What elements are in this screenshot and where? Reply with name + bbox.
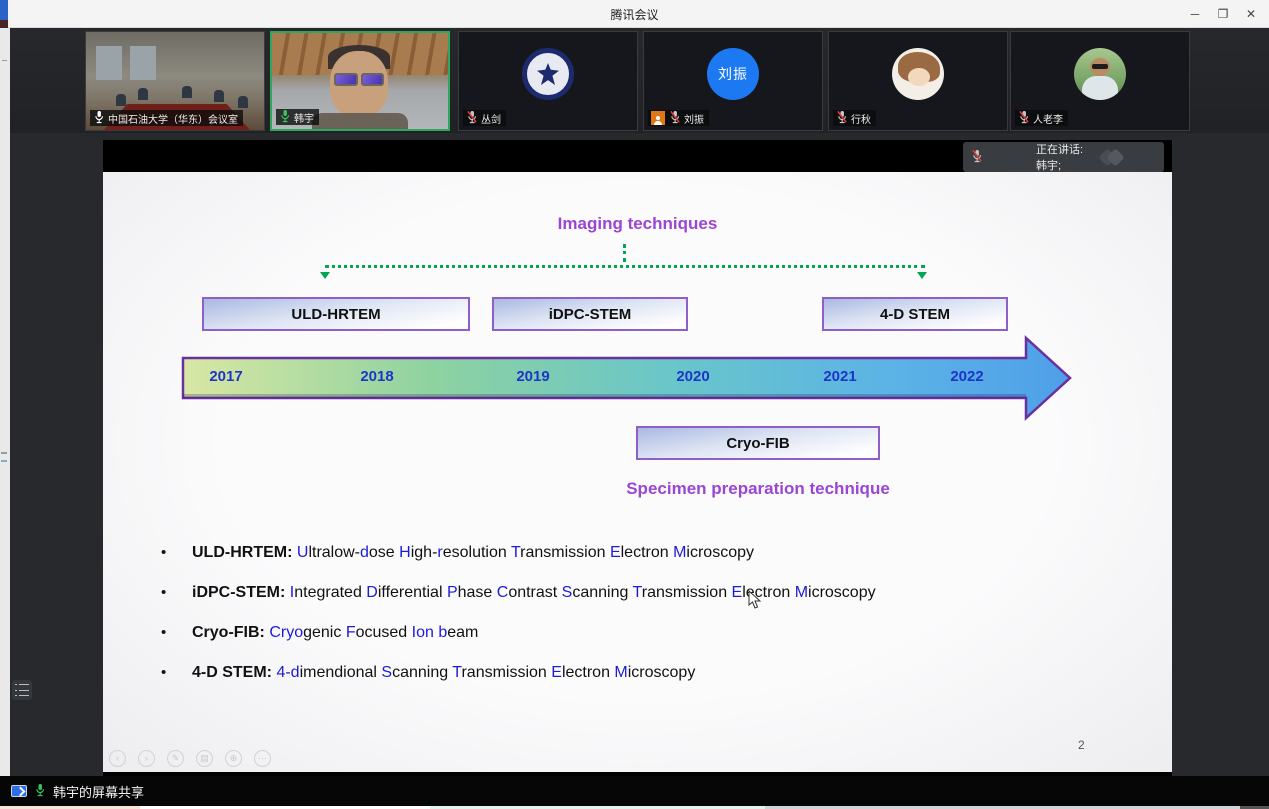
- participant-name: 人老李: [1033, 111, 1063, 126]
- timeline-year: 2018: [342, 368, 412, 385]
- slideshow-toolbar: ‹ › ✎ ▤ ⊕ ⋯: [109, 750, 271, 767]
- participant-thumbnail[interactable]: 行秋: [828, 31, 1008, 131]
- left-edge-underlying-window: [0, 28, 10, 809]
- mic-status-icon: [466, 110, 478, 127]
- anime-avatar: [892, 48, 944, 100]
- initials-avatar: 刘振: [707, 48, 759, 100]
- participant-filmstrip: 中国石油大学（华东）会议室韩宇丛剑刘振刘振行秋人老李: [10, 28, 1269, 133]
- connector-vertical-dotted-line: [623, 244, 626, 262]
- slide-page-number: 2: [1078, 738, 1085, 752]
- timeline-year: 2019: [498, 368, 568, 385]
- timeline-year: 2021: [805, 368, 875, 385]
- tencent-meeting-logo-icon: [1101, 151, 1156, 164]
- definition-list: ULD-HRTEM: Ultralow-dose High-resolution…: [161, 544, 1121, 704]
- member-list-toggle-icon[interactable]: [12, 680, 32, 700]
- connector-horizontal-dotted-line: [325, 265, 925, 268]
- participant-thumbnail[interactable]: 丛剑: [458, 31, 638, 131]
- participant-thumbnail[interactable]: 韩宇: [270, 31, 450, 131]
- mic-status-icon: [279, 109, 291, 126]
- minimize-button[interactable]: ─: [1181, 4, 1209, 24]
- zoom-tool-icon[interactable]: ⊕: [225, 750, 242, 767]
- mic-status-icon: [93, 110, 105, 127]
- timeline-year: 2017: [191, 368, 261, 385]
- connector-arrow-right-icon: [917, 272, 927, 279]
- mic-status-icon: [1018, 110, 1030, 127]
- screen-share-stage: 正在讲话: 韩宇; Imaging techniques ULD-HRTEM i…: [103, 140, 1172, 776]
- box-cryo-fib: Cryo-FIB: [636, 426, 880, 460]
- definition-item: Cryo-FIB: Cryogenic Focused Ion beam: [161, 624, 1121, 664]
- box-idpc-stem: iDPC-STEM: [492, 297, 688, 331]
- share-label: 韩宇的屏幕共享: [53, 782, 144, 801]
- participant-thumbnail[interactable]: 刘振刘振: [643, 31, 823, 131]
- speaking-indicator: 正在讲话: 韩宇;: [963, 142, 1164, 172]
- mic-status-icon: [669, 110, 681, 127]
- participant-name: 韩宇: [294, 110, 314, 125]
- screen-share-status-bar: 韩宇的屏幕共享: [0, 776, 1269, 806]
- definition-item: 4-D STEM: 4-dimendional Scanning Transmi…: [161, 664, 1121, 704]
- participant-nameplate: 人老李: [1015, 110, 1068, 126]
- host-badge-icon: [651, 111, 665, 125]
- participant-nameplate: 丛剑: [463, 110, 506, 126]
- participant-nameplate: 韩宇: [276, 109, 319, 125]
- close-button[interactable]: ✕: [1237, 4, 1265, 24]
- university-logo-avatar: [522, 48, 574, 100]
- pen-tool-icon[interactable]: ✎: [167, 750, 184, 767]
- participant-thumbnail[interactable]: 人老李: [1010, 31, 1190, 131]
- box-4d-stem: 4-D STEM: [822, 297, 1008, 331]
- mouse-cursor: [748, 590, 762, 610]
- speaking-label: 正在讲话: 韩宇;: [1036, 141, 1091, 173]
- all-slides-icon[interactable]: ▤: [196, 750, 213, 767]
- box-uld-hrtem: ULD-HRTEM: [202, 297, 470, 331]
- timeline-year: 2020: [658, 368, 728, 385]
- definition-item: iDPC-STEM: Integrated Differential Phase…: [161, 584, 1121, 624]
- participant-nameplate: 中国石油大学（华东）会议室: [90, 110, 243, 126]
- window-titlebar: 腾讯会议 ─ ❐ ✕: [0, 0, 1269, 28]
- photo-avatar: [1074, 48, 1126, 100]
- presentation-slide: Imaging techniques ULD-HRTEM iDPC-STEM 4…: [103, 172, 1172, 772]
- window-title: 腾讯会议: [0, 6, 1269, 23]
- previous-slide-icon[interactable]: ‹: [109, 750, 126, 767]
- next-slide-icon[interactable]: ›: [138, 750, 155, 767]
- restore-button[interactable]: ❐: [1209, 4, 1237, 24]
- participant-thumbnail[interactable]: 中国石油大学（华东）会议室: [85, 31, 265, 131]
- slide-heading-imaging: Imaging techniques: [103, 214, 1172, 234]
- connector-arrow-left-icon: [320, 272, 330, 279]
- participant-name: 刘振: [684, 111, 704, 126]
- participant-nameplate: 刘振: [648, 110, 709, 126]
- participant-name: 行秋: [851, 111, 871, 126]
- participant-nameplate: 行秋: [833, 110, 876, 126]
- screen-share-icon: [11, 785, 27, 797]
- mic-on-icon: [34, 783, 46, 800]
- definition-item: ULD-HRTEM: Ultralow-dose High-resolution…: [161, 544, 1121, 584]
- participant-name: 丛剑: [481, 111, 501, 126]
- slide-heading-specimen: Specimen preparation technique: [413, 479, 1103, 499]
- participant-name: 中国石油大学（华东）会议室: [108, 111, 238, 126]
- more-options-icon[interactable]: ⋯: [254, 750, 271, 767]
- timeline-year: 2022: [932, 368, 1002, 385]
- mic-status-icon: [836, 110, 848, 127]
- muted-mic-icon: [971, 149, 1026, 166]
